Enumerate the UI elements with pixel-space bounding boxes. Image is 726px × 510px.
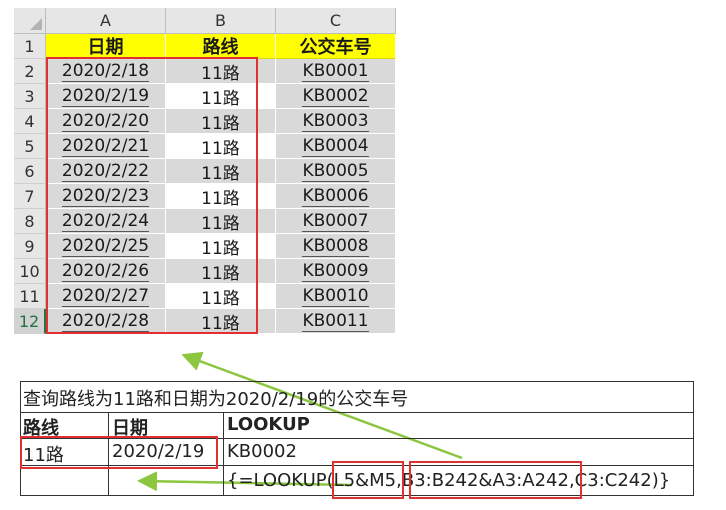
- highlight-box-lookup-value: [332, 461, 404, 499]
- lookup-header-lookup: LOOKUP: [227, 414, 310, 435]
- table-line: [20, 381, 694, 382]
- table-line: [223, 412, 224, 496]
- table-line: [693, 381, 694, 496]
- table-line: [20, 412, 694, 413]
- lookup-title: 查询路线为11路和日期为2020/2/19的公交车号: [23, 389, 409, 410]
- highlight-box-lookup-vector: [409, 461, 582, 499]
- highlight-box-inputs: [20, 436, 218, 469]
- lookup-result-cell[interactable]: KB0002: [227, 441, 297, 462]
